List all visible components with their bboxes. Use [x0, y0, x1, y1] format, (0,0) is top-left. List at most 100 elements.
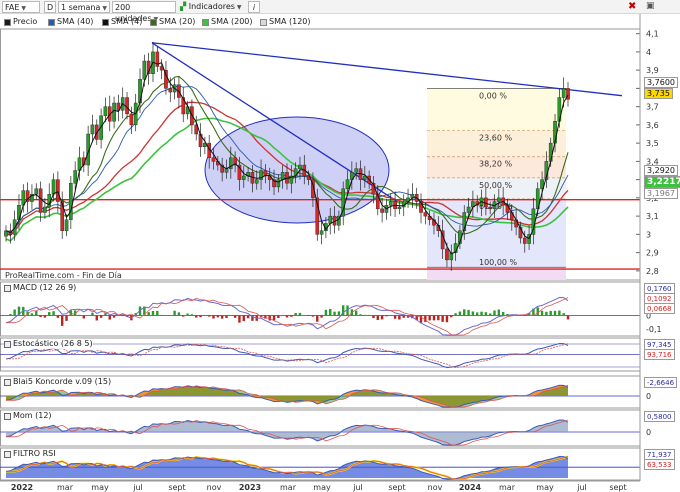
panel-value-tag: 93,716: [644, 349, 675, 360]
price-axis-label: 3,1: [646, 212, 659, 221]
macd-histogram-bar: [99, 315, 103, 318]
panel-menu-icon[interactable]: [4, 450, 11, 458]
panel-menu-icon[interactable]: [4, 378, 11, 386]
panel-title[interactable]: Blai5 Koncorde v.09 (15): [4, 377, 112, 387]
time-axis-label: nov: [428, 483, 443, 492]
macd-histogram-bar: [493, 310, 496, 316]
macd-histogram-bar: [186, 313, 189, 316]
candle-body: [423, 212, 428, 217]
macd-histogram-bar: [566, 315, 570, 320]
macd-histogram-bar: [13, 309, 16, 316]
panel-menu-icon[interactable]: [4, 412, 11, 420]
macd-histogram-bar: [160, 314, 163, 316]
macd-histogram-bar: [553, 310, 557, 316]
macd-histogram-bar: [540, 310, 544, 316]
panel-axis-label: -0,1: [646, 325, 662, 334]
time-axis-label: jul: [352, 483, 363, 492]
macd-histogram-bar: [151, 310, 155, 316]
time-axis-label: jul: [576, 483, 587, 492]
panel-title[interactable]: Mom (12): [4, 411, 52, 421]
macd-histogram-bar: [402, 315, 405, 318]
macd-histogram-bar: [91, 312, 94, 316]
macd-histogram-bar: [112, 315, 116, 318]
time-axis-label: 2024: [459, 483, 482, 492]
macd-histogram-bar: [385, 315, 388, 317]
panel-title-label: Estocástico (26 8 5): [13, 339, 93, 348]
panel-title-label: MACD (12 26 9): [13, 283, 77, 292]
fib-level-label: 38,20 %: [479, 160, 512, 169]
time-axis-label: mar: [280, 483, 297, 492]
macd-histogram-bar: [454, 313, 457, 316]
price-axis-label: 3,5: [646, 139, 659, 148]
candle-body: [488, 206, 492, 210]
candle-body: [38, 188, 43, 213]
macd-histogram-bar: [558, 310, 561, 316]
candle-body: [43, 206, 47, 213]
macd-histogram-bar: [56, 315, 60, 318]
price-axis-label: 2,9: [646, 249, 659, 258]
macd-histogram-bar: [216, 315, 220, 318]
candle-body: [112, 102, 116, 122]
price-chart[interactable]: 0,00 %23,60 %38,20 %50,00 %61,80 %100,00…: [0, 0, 680, 492]
macd-histogram-bar: [238, 315, 241, 323]
time-axis-label: may: [313, 483, 331, 492]
panel-title-label: FILTRO RSI: [13, 449, 56, 458]
macd-histogram-bar: [242, 315, 245, 322]
macd-histogram-bar: [445, 315, 449, 323]
macd-histogram-bar: [277, 315, 280, 319]
price-axis-label: 3: [646, 230, 651, 239]
macd-histogram-bar: [220, 315, 224, 319]
macd-histogram-bar: [108, 315, 111, 320]
candle-body: [51, 179, 56, 195]
candle-body: [56, 179, 60, 202]
panel-menu-icon[interactable]: [4, 284, 11, 292]
macd-histogram-bar: [450, 315, 453, 318]
candle-body: [211, 157, 216, 162]
time-axis-label: nov: [207, 483, 222, 492]
price-tag: 3,735: [644, 88, 673, 99]
macd-histogram-bar: [324, 309, 328, 316]
candle-body: [522, 237, 527, 244]
time-axis-label: 2023: [239, 483, 261, 492]
macd-histogram-bar: [320, 315, 323, 318]
panel-menu-icon[interactable]: [4, 340, 11, 348]
macd-histogram-bar: [61, 315, 64, 326]
fib-level-label: 100,00 %: [479, 258, 518, 267]
macd-histogram-bar: [359, 314, 362, 316]
macd-histogram-bar: [476, 312, 479, 316]
panel-title[interactable]: MACD (12 26 9): [4, 283, 77, 293]
time-axis-label: sept: [168, 483, 185, 492]
panel-value-tag: 0,0668: [644, 303, 675, 314]
macd-histogram-bar: [363, 314, 367, 316]
macd-histogram-bar: [177, 312, 181, 316]
panel-title[interactable]: FILTRO RSI: [4, 449, 56, 459]
panel-value-tag: -2,6646: [644, 377, 678, 388]
macd-histogram-bar: [458, 311, 462, 316]
macd-histogram-bar: [78, 314, 81, 316]
price-axis-label: 3,6: [646, 121, 659, 130]
macd-histogram-bar: [484, 312, 488, 316]
candle-body: [138, 79, 142, 104]
macd-histogram-bar: [272, 315, 276, 321]
candle-body: [388, 201, 393, 206]
macd-histogram-bar: [311, 315, 315, 317]
macd-histogram-bar: [281, 314, 284, 316]
macd-histogram-bar: [398, 315, 401, 320]
macd-histogram-bar: [207, 315, 211, 317]
macd-histogram-bar: [463, 309, 466, 316]
candle-body: [380, 208, 384, 213]
macd-histogram-bar: [294, 312, 297, 316]
time-axis-label: may: [91, 483, 109, 492]
macd-histogram-bar: [428, 315, 431, 321]
candle-body: [129, 113, 134, 126]
macd-histogram-bar: [549, 310, 552, 316]
time-axis-label: mar: [499, 483, 516, 492]
fib-level-label: 50,00 %: [479, 181, 512, 190]
macd-histogram-bar: [212, 315, 215, 319]
macd-histogram-bar: [195, 315, 198, 318]
candle-body: [34, 188, 39, 195]
panel-title[interactable]: Estocástico (26 8 5): [4, 339, 93, 349]
time-axis-label: 2022: [11, 483, 33, 492]
time-axis-label: mar: [57, 483, 74, 492]
macd-histogram-bar: [190, 314, 194, 316]
